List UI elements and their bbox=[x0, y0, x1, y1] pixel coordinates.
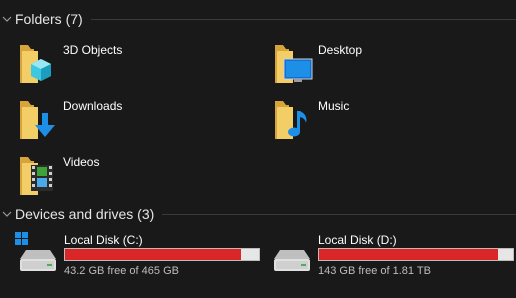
folder-videos[interactable]: Videos bbox=[17, 153, 257, 201]
videos-folder-icon bbox=[17, 153, 57, 201]
drive-c[interactable]: Local Disk (C:) 43.2 GB free of 465 GB bbox=[14, 231, 260, 277]
drive-usage-bar bbox=[64, 248, 260, 261]
chevron-down-icon[interactable] bbox=[2, 14, 12, 24]
folder-label: Desktop bbox=[318, 43, 363, 57]
chevron-down-icon[interactable] bbox=[2, 209, 12, 219]
system-drive-icon bbox=[14, 231, 60, 275]
drive-usage-bar bbox=[318, 248, 514, 261]
folder-label: Videos bbox=[63, 155, 100, 169]
drives-group-header[interactable]: Devices and drives (3) bbox=[0, 204, 516, 224]
folder-desktop[interactable]: Desktop bbox=[272, 41, 512, 89]
folder-label: Music bbox=[318, 99, 350, 113]
music-folder-icon bbox=[272, 97, 312, 145]
drive-usage-fill bbox=[65, 249, 241, 260]
folder-label: Downloads bbox=[63, 99, 123, 113]
folders-group-title: Folders (7) bbox=[15, 11, 83, 27]
drives-group-title: Devices and drives (3) bbox=[15, 206, 155, 222]
drive-d[interactable]: Local Disk (D:) 143 GB free of 1.81 TB bbox=[268, 231, 514, 277]
group-divider bbox=[162, 213, 516, 215]
folder-label: 3D Objects bbox=[63, 43, 123, 57]
downloads-folder-icon bbox=[17, 97, 57, 145]
drive-free-space: 143 GB free of 1.81 TB bbox=[318, 265, 431, 277]
folders-group-header[interactable]: Folders (7) bbox=[0, 9, 516, 29]
folder-music[interactable]: Music bbox=[272, 97, 512, 145]
group-divider bbox=[90, 18, 516, 20]
3d-objects-folder-icon bbox=[17, 41, 57, 89]
drive-label: Local Disk (D:) bbox=[318, 233, 397, 247]
folder-3d-objects[interactable]: 3D Objects bbox=[17, 41, 257, 89]
drive-free-space: 43.2 GB free of 465 GB bbox=[64, 265, 179, 277]
drive-icon bbox=[268, 231, 314, 275]
drive-usage-fill bbox=[319, 249, 499, 260]
folder-downloads[interactable]: Downloads bbox=[17, 97, 257, 145]
desktop-folder-icon bbox=[272, 41, 313, 89]
file-explorer-this-pc: Folders (7) 3D Objects Desktop Downloads… bbox=[0, 0, 516, 298]
drive-label: Local Disk (C:) bbox=[64, 233, 143, 247]
